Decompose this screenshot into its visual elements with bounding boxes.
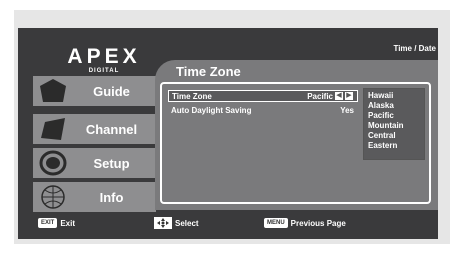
menu-item-setup[interactable]: Setup xyxy=(33,148,156,178)
dropdown-option-pacific[interactable]: Pacific xyxy=(368,111,420,121)
ring-icon xyxy=(33,148,73,178)
time-zone-dropdown[interactable]: Hawaii Alaska Pacific Mountain Central E… xyxy=(363,88,425,160)
dropdown-option-alaska[interactable]: Alaska xyxy=(368,101,420,111)
menu-item-label: Channel xyxy=(85,121,138,137)
menu-key: MENU xyxy=(264,218,288,228)
right-arrow-icon[interactable]: ▶ xyxy=(345,92,353,100)
dropdown-option-central[interactable]: Central xyxy=(368,131,420,141)
menu-item-guide[interactable]: Guide xyxy=(33,76,156,106)
footer-select[interactable]: Select xyxy=(154,217,199,229)
setting-value-wrap: Pacific ◀ ▶ xyxy=(287,92,357,101)
dpad-icon xyxy=(154,217,172,229)
left-arrow-icon[interactable]: ◀ xyxy=(335,92,343,100)
select-label: Select xyxy=(175,218,199,228)
exit-key: EXIT xyxy=(38,218,58,228)
globe-icon xyxy=(33,182,73,212)
setting-value: Yes xyxy=(340,105,354,115)
footer-previous[interactable]: MENU Previous Page xyxy=(264,217,346,229)
brand-logo: APEX DIGITAL xyxy=(54,46,154,75)
exit-label: Exit xyxy=(60,218,76,228)
menu-item-info[interactable]: Info xyxy=(33,182,156,212)
daylight-saving-row[interactable]: Auto Daylight Saving Yes xyxy=(168,104,358,116)
parallelogram-icon xyxy=(33,114,73,144)
menu-item-label: Info xyxy=(99,189,124,205)
hexagon-icon xyxy=(33,76,73,106)
time-zone-row[interactable]: Time Zone Pacific ◀ ▶ xyxy=(168,90,358,102)
menu-item-label: Setup xyxy=(93,155,130,171)
menu-item-label: Guide xyxy=(93,83,130,99)
dropdown-option-hawaii[interactable]: Hawaii xyxy=(368,91,420,101)
setting-label: Time Zone xyxy=(172,91,212,101)
dropdown-option-mountain[interactable]: Mountain xyxy=(368,121,420,131)
setting-label: Auto Daylight Saving xyxy=(171,105,252,115)
dropdown-option-eastern[interactable]: Eastern xyxy=(368,141,420,151)
brand-subtitle: DIGITAL xyxy=(88,68,120,74)
menu-item-channel[interactable]: Channel xyxy=(33,114,156,144)
setting-value: Pacific xyxy=(307,91,333,101)
time-date-label: Time / Date xyxy=(393,44,436,53)
footer-exit[interactable]: EXIT Exit xyxy=(38,217,75,229)
previous-page-label: Previous Page xyxy=(290,218,346,228)
page-title: Time Zone xyxy=(176,64,241,79)
brand-name: APEX xyxy=(67,45,141,68)
